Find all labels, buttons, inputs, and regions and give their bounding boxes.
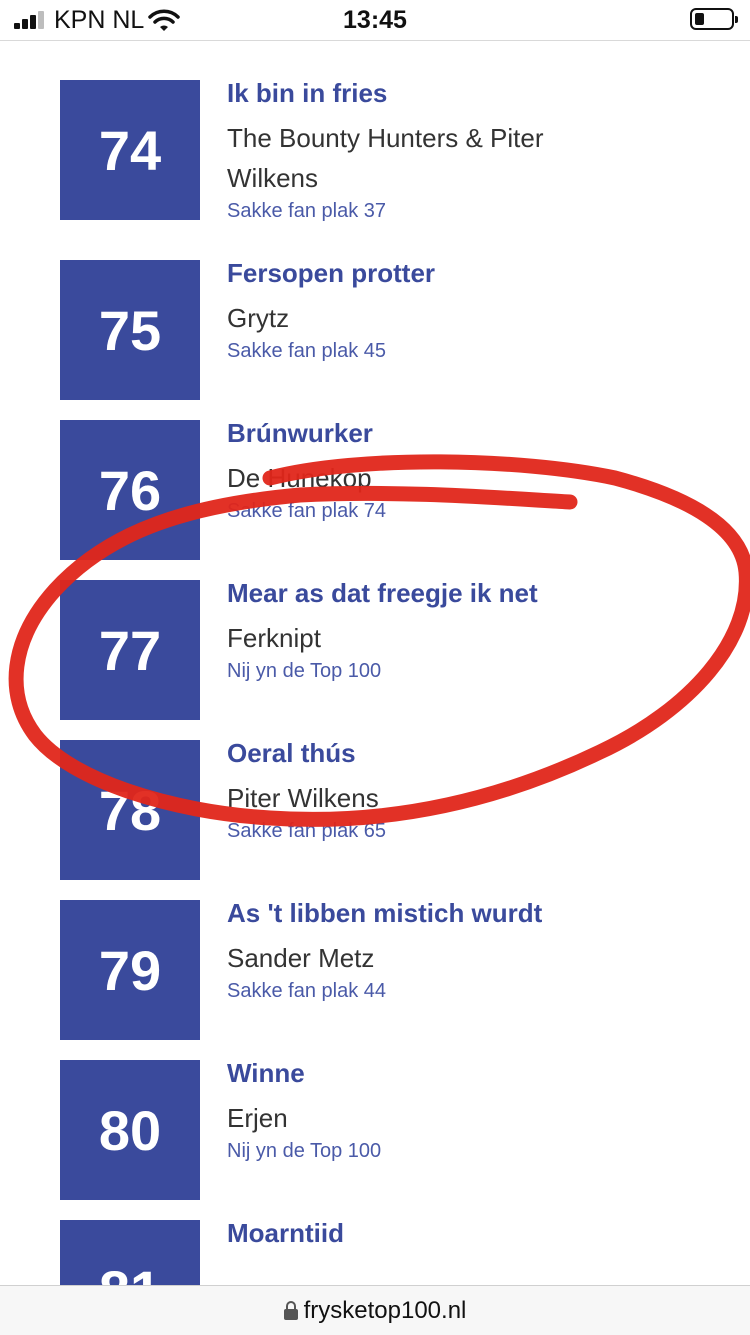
- song-title[interactable]: Moarntiid: [227, 1218, 344, 1249]
- chart-movement: Sakke fan plak 37: [227, 200, 386, 222]
- list-item[interactable]: 76 Brúnwurker De Hunekop Sakke fan plak …: [0, 418, 750, 560]
- rank-badge: 78: [60, 740, 200, 880]
- artist-name: Ferknipt: [227, 623, 321, 653]
- artist-name: The Bounty Hunters & Piter Wilkens: [227, 123, 544, 193]
- artist-name: Sander Metz: [227, 943, 375, 973]
- list-item[interactable]: 81 Moarntiid: [0, 1218, 750, 1286]
- list-item[interactable]: 79 As 't libben mistich wurdt Sander Met…: [0, 898, 750, 1040]
- chart-movement: Sakke fan plak 74: [227, 500, 386, 522]
- top100-list[interactable]: 74 Ik bin in fries The Bounty Hunters & …: [0, 40, 750, 1286]
- song-title[interactable]: Ik bin in fries: [227, 78, 387, 109]
- rank-badge: 77: [60, 580, 200, 720]
- chart-movement: Sakke fan plak 44: [227, 980, 386, 1002]
- list-item[interactable]: 77 Mear as dat freegje ik net Ferknipt N…: [0, 578, 750, 720]
- rank-badge: 75: [60, 260, 200, 400]
- rank-badge: 76: [60, 420, 200, 560]
- chart-movement: Sakke fan plak 65: [227, 820, 386, 842]
- artist-name: De Hunekop: [227, 463, 372, 493]
- chart-movement: Nij yn de Top 100: [227, 660, 382, 682]
- rank-badge: 74: [60, 80, 200, 220]
- url-text[interactable]: frysketop100.nl: [304, 1297, 467, 1325]
- list-item[interactable]: 75 Fersopen protter Grytz Sakke fan plak…: [0, 258, 750, 400]
- list-item[interactable]: 80 Winne Erjen Nij yn de Top 100: [0, 1058, 750, 1200]
- song-title[interactable]: Mear as dat freegje ik net: [227, 578, 538, 609]
- song-title[interactable]: Oeral thús: [227, 738, 356, 769]
- lock-icon: [283, 1300, 298, 1321]
- clock-time: 13:45: [343, 6, 407, 34]
- artist-name: Piter Wilkens: [227, 783, 379, 813]
- song-title[interactable]: As 't libben mistich wurdt: [227, 898, 542, 929]
- artist-name: Erjen: [227, 1103, 288, 1133]
- rank-badge: 81: [60, 1220, 200, 1286]
- rank-badge: 80: [60, 1060, 200, 1200]
- list-item[interactable]: 78 Oeral thús Piter Wilkens Sakke fan pl…: [0, 738, 750, 880]
- list-item[interactable]: 74 Ik bin in fries The Bounty Hunters & …: [0, 78, 750, 222]
- browser-url-bar[interactable]: frysketop100.nl: [0, 1285, 750, 1335]
- chart-movement: Nij yn de Top 100: [227, 1140, 382, 1162]
- rank-badge: 79: [60, 900, 200, 1040]
- status-bar: KPN NL 13:45: [0, 0, 750, 41]
- song-title[interactable]: Brúnwurker: [227, 418, 373, 449]
- chart-movement: Sakke fan plak 45: [227, 340, 386, 362]
- artist-name: Grytz: [227, 303, 290, 333]
- song-title[interactable]: Fersopen protter: [227, 258, 435, 289]
- song-title[interactable]: Winne: [227, 1058, 305, 1089]
- battery-icon: [690, 8, 738, 30]
